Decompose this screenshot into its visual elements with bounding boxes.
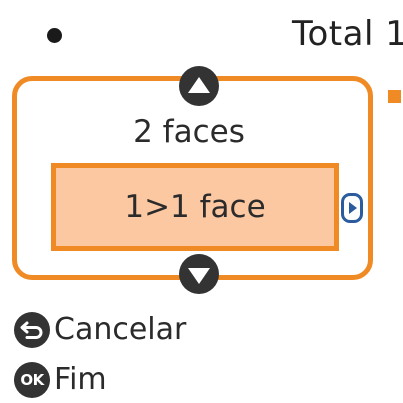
triangle-up-icon xyxy=(188,76,210,93)
ok-icon: OK xyxy=(14,362,50,398)
scroll-down-button[interactable] xyxy=(179,254,219,294)
detail-button[interactable] xyxy=(341,193,363,223)
ok-icon-text: OK xyxy=(20,371,44,389)
cancel-button[interactable]: Cancelar xyxy=(14,310,186,350)
option-selected[interactable]: 1>1 face xyxy=(51,163,339,251)
done-label: Fim xyxy=(54,362,107,397)
triangle-down-icon xyxy=(188,267,210,284)
triangle-right-icon xyxy=(349,202,357,214)
option-two-sided[interactable]: 2 faces xyxy=(0,110,378,154)
lcd-screen: Total 1 2 faces 1>1 face Cancelar OK Fim xyxy=(0,0,403,403)
option-selected-label: 1>1 face xyxy=(124,189,266,225)
back-arrow-icon xyxy=(14,312,50,348)
cancel-label: Cancelar xyxy=(54,312,187,347)
dot-indicator-icon xyxy=(47,28,62,43)
scroll-up-button[interactable] xyxy=(179,66,219,106)
scroll-marker xyxy=(388,90,401,103)
done-button[interactable]: OK Fim xyxy=(14,360,107,400)
total-count: Total 1 xyxy=(292,14,403,54)
